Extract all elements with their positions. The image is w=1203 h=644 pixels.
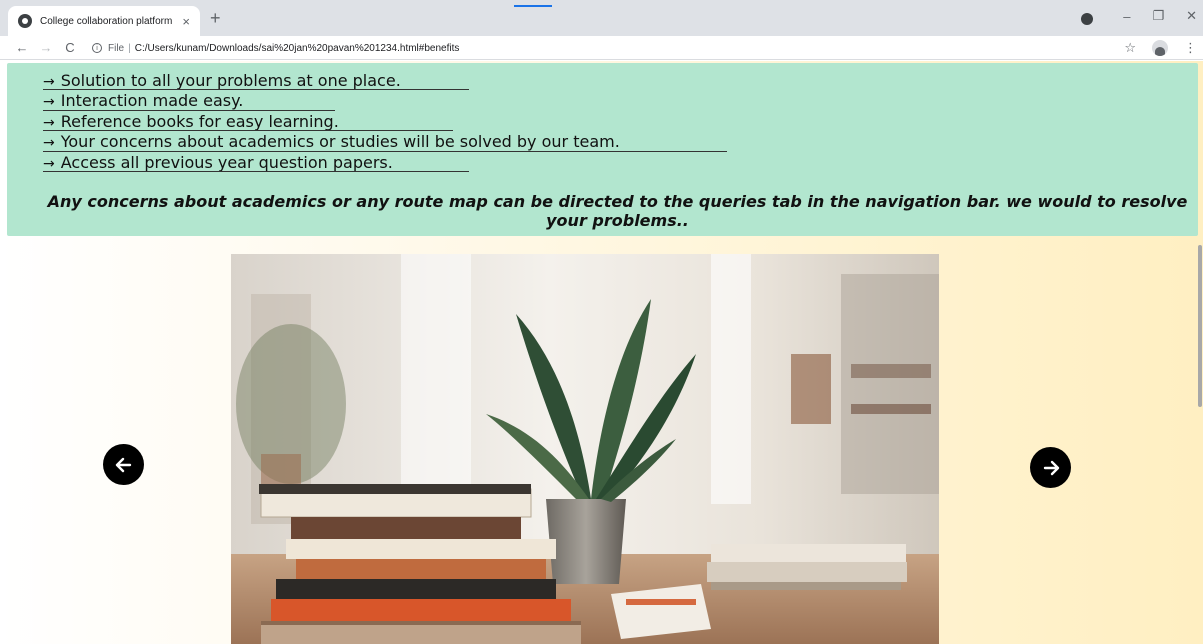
benefit-text: Reference books for easy learning. xyxy=(60,111,339,131)
profile-avatar-icon[interactable] xyxy=(1152,40,1168,56)
tab-loading-indicator xyxy=(514,5,552,7)
arrow-right-icon: → xyxy=(43,114,55,131)
benefit-item: → Access all previous year question paper… xyxy=(43,153,620,173)
page-scrollbar[interactable] xyxy=(1197,61,1203,644)
benefit-item: → Solution to all your problems at one pl… xyxy=(43,71,620,91)
window-controls: – ❐ ✕ xyxy=(1123,8,1197,24)
tab-close-button[interactable]: × xyxy=(182,15,190,28)
page-content: → Solution to all your problems at one pl… xyxy=(0,61,1203,644)
url-scheme-label: File xyxy=(108,42,125,54)
url-field[interactable]: i File | C:/Users/kunam/Downloads/sai%20… xyxy=(92,38,1122,58)
benefit-item: → Your concerns about academics or studie… xyxy=(43,132,727,152)
benefit-list: → Solution to all your problems at one pl… xyxy=(43,71,727,173)
benefit-text: Interaction made easy. xyxy=(60,91,244,111)
benefit-text: Access all previous year question papers… xyxy=(60,152,393,172)
arrow-right-icon: → xyxy=(43,155,55,172)
address-bar: ← → C i File | C:/Users/kunam/Downloads/… xyxy=(0,36,1203,60)
arrow-right-icon: → xyxy=(43,74,55,90)
new-tab-button[interactable]: + xyxy=(210,9,221,27)
books-and-plant-photo xyxy=(231,254,939,644)
address-bar-actions: ☆ ⋮ xyxy=(1124,38,1197,58)
url-text[interactable]: C:/Users/kunam/Downloads/sai%20jan%20pav… xyxy=(135,43,460,54)
browser-menu-icon[interactable]: ⋮ xyxy=(1184,40,1197,56)
benefit-item: → Interaction made easy. xyxy=(43,91,620,111)
benefit-underline xyxy=(43,150,727,152)
benefit-underline xyxy=(43,89,469,91)
reload-button[interactable]: C xyxy=(58,40,82,55)
carousel-slide-image xyxy=(231,254,939,644)
bookmark-star-icon[interactable]: ☆ xyxy=(1124,40,1136,56)
extension-icon[interactable] xyxy=(1081,13,1093,25)
carousel-next-button[interactable] xyxy=(1030,447,1071,488)
arrow-right-icon xyxy=(1043,460,1059,475)
tab-title: College collaboration platform xyxy=(40,15,173,27)
arrow-left-icon xyxy=(115,457,131,472)
info-icon[interactable]: i xyxy=(92,43,102,53)
browser-tab-bar: College collaboration platform × + – ❐ ✕ xyxy=(0,0,1203,36)
arrow-right-icon: → xyxy=(43,94,55,111)
benefits-section: → Solution to all your problems at one pl… xyxy=(7,63,1198,236)
back-button[interactable]: ← xyxy=(10,40,34,55)
close-window-button[interactable]: ✕ xyxy=(1186,8,1197,24)
browser-tab[interactable]: College collaboration platform × xyxy=(8,6,200,36)
queries-note: Any concerns about academics or any rout… xyxy=(47,192,1188,230)
forward-button[interactable]: → xyxy=(34,40,58,55)
benefit-underline xyxy=(43,109,335,111)
carousel-prev-button[interactable] xyxy=(103,444,144,485)
minimize-button[interactable]: – xyxy=(1123,9,1130,24)
scrollbar-thumb[interactable] xyxy=(1198,245,1202,407)
benefit-underline xyxy=(43,170,469,172)
arrow-right-icon: → xyxy=(43,135,55,152)
benefit-text: Your concerns about academics or studies… xyxy=(60,132,620,152)
image-carousel xyxy=(0,246,1203,644)
restore-button[interactable]: ❐ xyxy=(1152,8,1164,24)
benefit-item: → Reference books for easy learning. xyxy=(43,112,620,132)
globe-icon xyxy=(18,14,32,28)
url-separator: | xyxy=(128,42,131,54)
benefit-text: Solution to all your problems at one pla… xyxy=(60,71,401,90)
benefit-underline xyxy=(43,130,453,132)
